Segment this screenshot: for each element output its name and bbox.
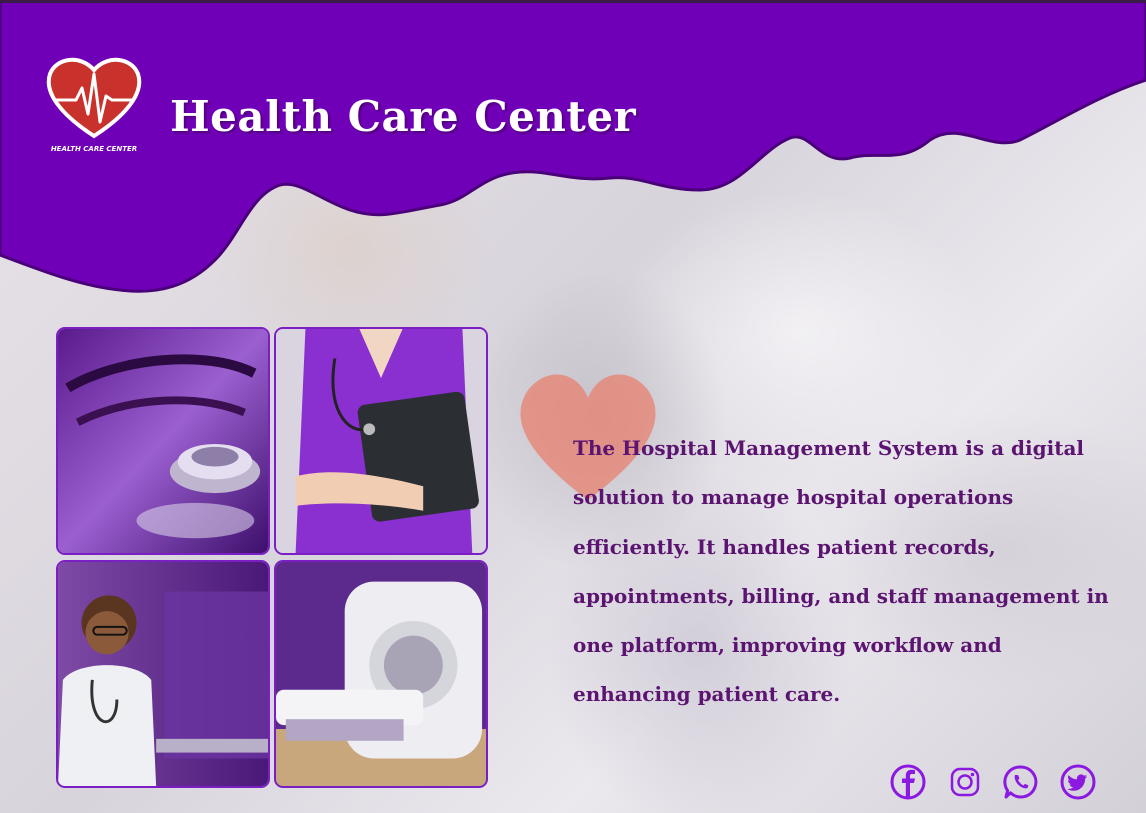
- facebook-icon[interactable]: [889, 763, 927, 801]
- gallery-photo-doctor: [56, 560, 270, 788]
- description-text: The Hospital Management System is a digi…: [573, 436, 1109, 707]
- whatsapp-icon[interactable]: [1002, 763, 1040, 801]
- gallery-photo-nurse: [274, 327, 488, 555]
- gallery-photo-stethoscope: [56, 327, 270, 555]
- instagram-icon[interactable]: [946, 763, 984, 801]
- page: HEALTH CARE CENTER Health Care Center Th…: [0, 0, 1146, 813]
- photo-gallery: [56, 327, 490, 789]
- twitter-icon[interactable]: [1059, 763, 1097, 801]
- header-wave: [0, 0, 1146, 293]
- svg-text:HEALTH CARE CENTER: HEALTH CARE CENTER: [51, 145, 137, 153]
- page-title: Health Care Center: [170, 92, 637, 141]
- gallery-photo-mri: [274, 560, 488, 788]
- top-border: [0, 0, 1146, 3]
- heartbeat-logo-icon: HEALTH CARE CENTER: [46, 58, 142, 153]
